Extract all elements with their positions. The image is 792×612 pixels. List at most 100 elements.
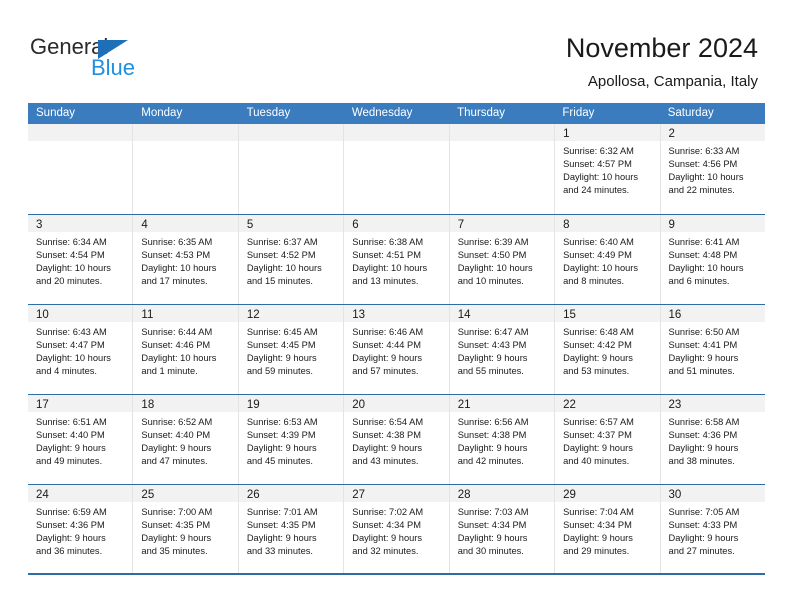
week-row: 3 Sunrise: 6:34 AM Sunset: 4:54 PM Dayli… — [28, 214, 765, 304]
sunset-text: Sunset: 4:57 PM — [563, 159, 632, 170]
sunset-text: Sunset: 4:49 PM — [563, 250, 632, 261]
daylight-text-line1: Daylight: 9 hours — [457, 533, 528, 544]
day-cell[interactable]: 11 Sunrise: 6:44 AM Sunset: 4:46 PM Dayl… — [132, 305, 238, 394]
daylight-text-line1: Daylight: 9 hours — [563, 353, 633, 364]
day-cell[interactable]: 17 Sunrise: 6:51 AM Sunset: 4:40 PM Dayl… — [28, 395, 133, 484]
day-cell[interactable]: 29 Sunrise: 7:04 AM Sunset: 4:34 PM Dayl… — [554, 485, 660, 574]
day-cell[interactable]: 13 Sunrise: 6:46 AM Sunset: 4:44 PM Dayl… — [343, 305, 449, 394]
day-cell[interactable]: 30 Sunrise: 7:05 AM Sunset: 4:33 PM Dayl… — [659, 485, 765, 574]
day-number: 23 — [668, 399, 682, 411]
sunrise-text: Sunrise: 6:38 AM — [352, 237, 424, 247]
day-cell[interactable]: 8 Sunrise: 6:40 AM Sunset: 4:49 PM Dayli… — [554, 215, 660, 304]
day-cell[interactable]: 3 Sunrise: 6:34 AM Sunset: 4:54 PM Dayli… — [28, 215, 133, 304]
daylight-text-line1: Daylight: 9 hours — [668, 533, 739, 544]
day-cell[interactable]: 14 Sunrise: 6:47 AM Sunset: 4:43 PM Dayl… — [448, 305, 555, 394]
daylight-text-line2: and 1 minute. — [141, 366, 198, 377]
day-cell[interactable]: 5 Sunrise: 6:37 AM Sunset: 4:52 PM Dayli… — [237, 215, 344, 304]
sunset-text: Sunset: 4:48 PM — [668, 250, 738, 261]
day-cell[interactable]: 28 Sunrise: 7:03 AM Sunset: 4:34 PM Dayl… — [448, 485, 555, 574]
day-details: Sunrise: 7:00 AM Sunset: 4:35 PM Dayligh… — [133, 502, 237, 558]
day-cell[interactable]: 23 Sunrise: 6:58 AM Sunset: 4:36 PM Dayl… — [659, 395, 765, 484]
day-number-band: 11 — [133, 305, 238, 322]
day-cell[interactable]: 7 Sunrise: 6:39 AM Sunset: 4:50 PM Dayli… — [448, 215, 555, 304]
day-cell[interactable]: 9 Sunrise: 6:41 AM Sunset: 4:48 PM Dayli… — [659, 215, 765, 304]
day-cell[interactable]: 21 Sunrise: 6:56 AM Sunset: 4:38 PM Dayl… — [448, 395, 555, 484]
sunset-text: Sunset: 4:50 PM — [457, 250, 527, 261]
day-number: 26 — [246, 489, 260, 501]
day-number-band: 3 — [28, 215, 133, 232]
day-number: 6 — [352, 219, 359, 231]
daylight-text-line2: and 40 minutes. — [563, 456, 630, 467]
day-cell[interactable] — [132, 124, 238, 214]
day-number-band: 14 — [449, 305, 555, 322]
day-details: Sunrise: 6:46 AM Sunset: 4:44 PM Dayligh… — [344, 322, 448, 378]
day-cell[interactable]: 4 Sunrise: 6:35 AM Sunset: 4:53 PM Dayli… — [132, 215, 238, 304]
day-cell[interactable] — [28, 124, 133, 214]
day-number: 19 — [246, 399, 260, 411]
daylight-text-line2: and 38 minutes. — [668, 456, 735, 467]
day-number-band: 5 — [238, 215, 344, 232]
daylight-text-line1: Daylight: 10 hours — [246, 263, 322, 274]
day-cell[interactable]: 15 Sunrise: 6:48 AM Sunset: 4:42 PM Dayl… — [554, 305, 660, 394]
day-cell[interactable]: 24 Sunrise: 6:59 AM Sunset: 4:36 PM Dayl… — [28, 485, 133, 574]
day-cell[interactable]: 19 Sunrise: 6:53 AM Sunset: 4:39 PM Dayl… — [237, 395, 344, 484]
day-number: 29 — [563, 489, 576, 501]
day-number-band: 23 — [660, 395, 765, 412]
sunset-text: Sunset: 4:36 PM — [668, 430, 738, 441]
daylight-text-line1: Daylight: 9 hours — [246, 533, 317, 544]
day-number: 24 — [36, 489, 49, 501]
day-details: Sunrise: 6:56 AM Sunset: 4:38 PM Dayligh… — [450, 412, 554, 468]
day-number-band: 18 — [133, 395, 238, 412]
daylight-text-line2: and 4 minutes. — [36, 366, 97, 377]
sunset-text: Sunset: 4:34 PM — [563, 520, 632, 531]
daylight-text-line2: and 20 minutes. — [36, 276, 103, 287]
weekday-header-wednesday: Wednesday — [351, 107, 413, 119]
daylight-text-line1: Daylight: 10 hours — [141, 353, 217, 364]
day-cell[interactable]: 10 Sunrise: 6:43 AM Sunset: 4:47 PM Dayl… — [28, 305, 133, 394]
day-number: 15 — [563, 309, 576, 321]
calendar-grid: Sunday Monday Tuesday Wednesday Thursday… — [28, 103, 765, 574]
day-number-band: 10 — [28, 305, 133, 322]
daylight-text-line2: and 53 minutes. — [563, 366, 630, 377]
day-cell[interactable]: 12 Sunrise: 6:45 AM Sunset: 4:45 PM Dayl… — [237, 305, 344, 394]
daylight-text-line2: and 10 minutes. — [457, 276, 524, 287]
day-cell[interactable]: 22 Sunrise: 6:57 AM Sunset: 4:37 PM Dayl… — [554, 395, 660, 484]
title-block: November 2024 Apollosa, Campania, Italy — [566, 32, 758, 92]
day-details: Sunrise: 6:35 AM Sunset: 4:53 PM Dayligh… — [133, 232, 237, 288]
sunrise-text: Sunrise: 6:43 AM — [36, 327, 107, 337]
day-cell[interactable]: 18 Sunrise: 6:52 AM Sunset: 4:40 PM Dayl… — [132, 395, 238, 484]
day-cell[interactable]: 25 Sunrise: 7:00 AM Sunset: 4:35 PM Dayl… — [132, 485, 238, 574]
day-cell[interactable]: 16 Sunrise: 6:50 AM Sunset: 4:41 PM Dayl… — [659, 305, 765, 394]
day-cell[interactable] — [237, 124, 344, 214]
day-cell[interactable] — [448, 124, 555, 214]
sunset-text: Sunset: 4:34 PM — [457, 520, 527, 531]
day-cell[interactable]: 1 Sunrise: 6:32 AM Sunset: 4:57 PM Dayli… — [554, 124, 660, 214]
sunset-text: Sunset: 4:35 PM — [246, 520, 316, 531]
daylight-text-line1: Daylight: 9 hours — [563, 533, 633, 544]
sunrise-text: Sunrise: 6:45 AM — [246, 327, 318, 337]
sunrise-text: Sunrise: 6:57 AM — [563, 417, 634, 427]
day-details: Sunrise: 6:44 AM Sunset: 4:46 PM Dayligh… — [133, 322, 237, 378]
day-number: 12 — [246, 309, 260, 321]
daylight-text-line1: Daylight: 9 hours — [352, 443, 423, 454]
day-cell[interactable]: 27 Sunrise: 7:02 AM Sunset: 4:34 PM Dayl… — [343, 485, 449, 574]
daylight-text-line1: Daylight: 10 hours — [668, 172, 744, 183]
day-details: Sunrise: 6:53 AM Sunset: 4:39 PM Dayligh… — [239, 412, 343, 468]
week-row: 24 Sunrise: 6:59 AM Sunset: 4:36 PM Dayl… — [28, 484, 765, 574]
sunrise-text: Sunrise: 6:35 AM — [141, 237, 213, 247]
day-cell[interactable]: 20 Sunrise: 6:54 AM Sunset: 4:38 PM Dayl… — [343, 395, 449, 484]
daylight-text-line2: and 49 minutes. — [36, 456, 103, 467]
sunrise-text: Sunrise: 6:48 AM — [563, 327, 634, 337]
day-number-band: 13 — [344, 305, 449, 322]
daylight-text-line2: and 35 minutes. — [141, 546, 208, 557]
brand-logo[interactable]: General Blue — [30, 34, 210, 84]
sunrise-text: Sunrise: 6:59 AM — [36, 507, 107, 517]
day-details: Sunrise: 6:41 AM Sunset: 4:48 PM Dayligh… — [661, 232, 765, 288]
weekday-header-tuesday: Tuesday — [246, 107, 291, 119]
day-cell[interactable]: 2 Sunrise: 6:33 AM Sunset: 4:56 PM Dayli… — [659, 124, 765, 214]
daylight-text-line2: and 42 minutes. — [457, 456, 524, 467]
day-cell[interactable]: 26 Sunrise: 7:01 AM Sunset: 4:35 PM Dayl… — [237, 485, 344, 574]
day-details: Sunrise: 6:40 AM Sunset: 4:49 PM Dayligh… — [555, 232, 659, 288]
day-cell[interactable] — [343, 124, 449, 214]
day-cell[interactable]: 6 Sunrise: 6:38 AM Sunset: 4:51 PM Dayli… — [343, 215, 449, 304]
